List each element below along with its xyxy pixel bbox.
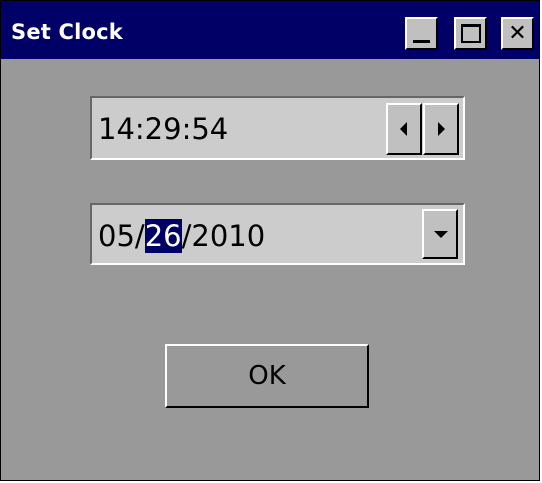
close-button[interactable]: ✕ (501, 17, 534, 50)
close-icon: ✕ (508, 21, 527, 46)
date-separator: / (134, 219, 145, 253)
minimize-button[interactable] (405, 17, 438, 50)
time-increment-button[interactable] (423, 103, 459, 155)
maximize-button[interactable] (454, 17, 487, 50)
right-arrow-icon (438, 122, 445, 136)
maximize-icon (461, 24, 481, 43)
date-month[interactable]: 05 (98, 219, 135, 253)
title-bar[interactable]: Set Clock ✕ (1, 1, 539, 59)
time-decrement-button[interactable] (386, 103, 422, 155)
chevron-down-icon (434, 231, 448, 238)
date-picker[interactable]: 05/26/2010 (90, 203, 465, 265)
time-input[interactable]: 14:29:54 (90, 96, 465, 160)
minimize-icon (413, 40, 430, 43)
ok-button-label: OK (248, 361, 286, 391)
window-title: Set Clock (11, 20, 123, 44)
date-value[interactable]: 05/26/2010 (98, 219, 265, 253)
date-day-selected[interactable]: 26 (144, 219, 182, 253)
time-value: 14:29:54 (98, 112, 229, 146)
date-year[interactable]: 2010 (191, 219, 265, 253)
left-arrow-icon (400, 122, 407, 136)
date-separator: / (181, 219, 192, 253)
set-clock-window: Set Clock ✕ 14:29:54 05/26/2010 OK (0, 0, 540, 481)
ok-button[interactable]: OK (165, 344, 369, 408)
date-dropdown-button[interactable] (422, 209, 458, 259)
